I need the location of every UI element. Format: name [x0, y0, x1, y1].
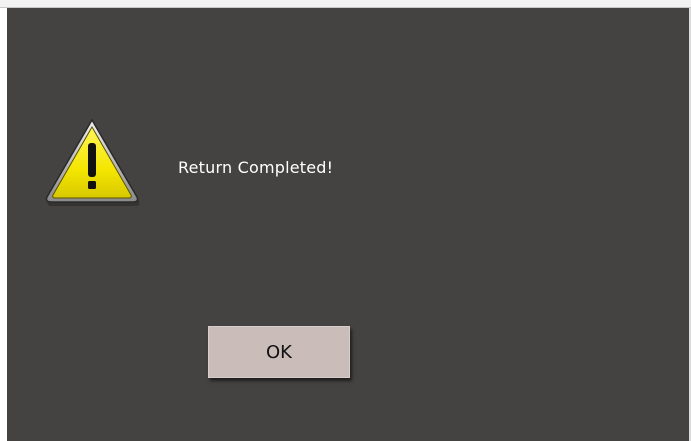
ok-button[interactable]: OK	[208, 326, 350, 378]
window-top-strip	[0, 0, 691, 8]
warning-icon	[43, 117, 141, 207]
dialog-message: Return Completed!	[178, 158, 334, 177]
alert-dialog: Return Completed! OK	[7, 8, 691, 441]
